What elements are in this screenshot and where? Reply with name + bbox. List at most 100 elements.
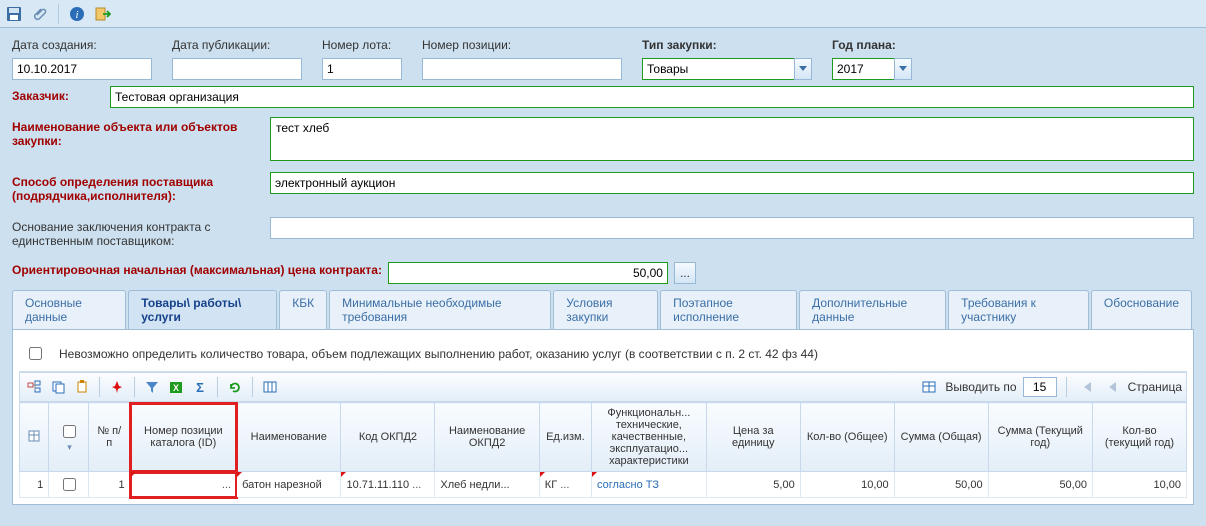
separator: [252, 377, 253, 397]
input-single-supplier[interactable]: [270, 217, 1194, 239]
field-purchase-type: Тип закупки:: [642, 38, 812, 80]
page-prev-icon[interactable]: [1102, 377, 1122, 397]
tab-phased[interactable]: Поэтапное исполнение: [660, 290, 797, 329]
cell-qty-total[interactable]: 10,00: [800, 472, 894, 498]
tab-strip: Основные данные Товары\ работы\ услуги К…: [12, 290, 1194, 330]
tab-goods[interactable]: Товары\ работы\ услуги: [128, 290, 277, 329]
input-price[interactable]: [388, 262, 668, 284]
input-customer[interactable]: [110, 86, 1194, 108]
svg-text:i: i: [75, 9, 78, 21]
input-pub-date[interactable]: [172, 58, 302, 80]
header-name: Наименование: [251, 431, 327, 443]
tab-justification[interactable]: Обоснование: [1091, 290, 1192, 329]
col-price-unit[interactable]: Цена за единицу: [706, 403, 800, 472]
tab-extra[interactable]: Дополнительные данные: [799, 290, 946, 329]
label-lot-no: Номер лота:: [322, 38, 402, 52]
copy-icon[interactable]: [48, 377, 68, 397]
col-sum-year[interactable]: Сумма (Текущий год): [988, 403, 1092, 472]
input-lot-no[interactable]: [322, 58, 402, 80]
cell-rownum[interactable]: 1: [88, 472, 130, 498]
tab-conditions[interactable]: Условия закупки: [553, 290, 658, 329]
tab-min-req[interactable]: Минимальные необходимые требования: [329, 290, 551, 329]
paste-icon[interactable]: [72, 377, 92, 397]
attach-icon[interactable]: [32, 6, 48, 22]
tab-participant[interactable]: Требования к участнику: [948, 290, 1089, 329]
cell-unit[interactable]: КГ ...: [539, 472, 591, 498]
grid-header-row: ▾ № п/п Номер позиции каталога (ID) Наим…: [20, 403, 1187, 472]
col-qty-total[interactable]: Кол-во (Общее): [800, 403, 894, 472]
tree-expand-icon[interactable]: [24, 377, 44, 397]
col-catalog-id[interactable]: Номер позиции каталога (ID): [130, 403, 236, 472]
lookup-icon[interactable]: ...: [412, 479, 421, 491]
col-okpd2[interactable]: Код ОКПД2: [341, 403, 435, 472]
filter-icon[interactable]: [142, 377, 162, 397]
input-creation-date[interactable]: [12, 58, 152, 80]
checkbox-undeterminable-label: Невозможно определить количество товара,…: [59, 347, 818, 361]
header-sum-year: Сумма (Текущий год): [998, 425, 1083, 449]
checkbox-master-icon[interactable]: [63, 425, 76, 438]
header-qty-total: Кол-во (Общее): [807, 431, 888, 443]
row-checkbox[interactable]: [63, 478, 76, 491]
chevron-down-icon[interactable]: [794, 58, 812, 80]
input-supplier-method[interactable]: [270, 172, 1194, 194]
chevron-down-icon[interactable]: [894, 58, 912, 80]
label-purchase-type: Тип закупки:: [642, 38, 812, 52]
exit-icon[interactable]: [95, 6, 111, 22]
table-row[interactable]: 1 1 ... батон нарезной 10.71.11.110 ... …: [20, 472, 1187, 498]
price-lookup-button[interactable]: ...: [674, 262, 696, 284]
sum-icon[interactable]: Σ: [190, 377, 210, 397]
cell-okpd2-value: 10.71.11.110: [346, 479, 409, 491]
input-pos-no[interactable]: [422, 58, 622, 80]
header-unit: Ед.изм.: [546, 431, 585, 443]
cell-name[interactable]: батон нарезной: [237, 472, 341, 498]
label-supplier-method: Способ определения поставщика (подрядчик…: [12, 172, 262, 203]
separator: [58, 4, 59, 24]
col-sum-total[interactable]: Сумма (Общая): [894, 403, 988, 472]
col-checkbox[interactable]: ▾: [49, 403, 89, 472]
page-size-input[interactable]: [1023, 377, 1057, 397]
cell-sum-total[interactable]: 50,00: [894, 472, 988, 498]
cell-okpd2[interactable]: 10.71.11.110 ...: [341, 472, 435, 498]
info-icon[interactable]: i: [69, 6, 85, 22]
label-single-supplier: Основание заключения контракта с единств…: [12, 217, 262, 248]
textarea-object-name[interactable]: [270, 117, 1194, 161]
cell-price-unit[interactable]: 5,00: [706, 472, 800, 498]
col-rownum[interactable]: № п/п: [88, 403, 130, 472]
select-purchase-type[interactable]: [642, 58, 812, 80]
header-rownum: № п/п: [97, 425, 121, 449]
pin-icon[interactable]: [107, 377, 127, 397]
lookup-icon[interactable]: ...: [222, 479, 231, 491]
grid-toolbar: X Σ Выводить по Страница: [19, 372, 1187, 402]
columns-icon[interactable]: [260, 377, 280, 397]
col-name[interactable]: Наименование: [237, 403, 341, 472]
col-func[interactable]: Функциональн... технические, качественны…: [591, 403, 706, 472]
cell-catalog-id[interactable]: ...: [130, 472, 236, 498]
cell-func[interactable]: согласно ТЗ: [591, 472, 706, 498]
grid-settings-icon[interactable]: [919, 377, 939, 397]
tab-panel: Невозможно определить количество товара,…: [12, 330, 1194, 505]
field-lot-no: Номер лота:: [322, 38, 402, 80]
field-pub-date: Дата публикации:: [172, 38, 302, 80]
save-icon[interactable]: [6, 6, 22, 22]
label-creation-date: Дата создания:: [12, 38, 152, 52]
field-creation-date: Дата создания:: [12, 38, 152, 80]
page-label: Страница: [1128, 380, 1182, 394]
header-qty-year: Кол-во (текущий год): [1105, 425, 1174, 449]
col-qty-year[interactable]: Кол-во (текущий год): [1092, 403, 1186, 472]
col-okpd2-name[interactable]: Наименование ОКПД2: [435, 403, 539, 472]
checkbox-undeterminable[interactable]: [29, 347, 42, 360]
col-gear[interactable]: [20, 403, 49, 472]
refresh-icon[interactable]: [225, 377, 245, 397]
cell-okpd2-name[interactable]: Хлеб недли...: [435, 472, 539, 498]
tab-main[interactable]: Основные данные: [12, 290, 126, 329]
cell-qty-year[interactable]: 10,00: [1092, 472, 1186, 498]
header-func: Функциональн... технические, качественны…: [607, 407, 690, 467]
cell-sum-year[interactable]: 50,00: [988, 472, 1092, 498]
lookup-icon[interactable]: ...: [560, 479, 569, 491]
excel-icon[interactable]: X: [166, 377, 186, 397]
show-by-label: Выводить по: [945, 380, 1016, 394]
col-unit[interactable]: Ед.изм.: [539, 403, 591, 472]
tab-kbk[interactable]: КБК: [279, 290, 327, 329]
page-first-icon[interactable]: [1076, 377, 1096, 397]
label-plan-year: Год плана:: [832, 38, 912, 52]
